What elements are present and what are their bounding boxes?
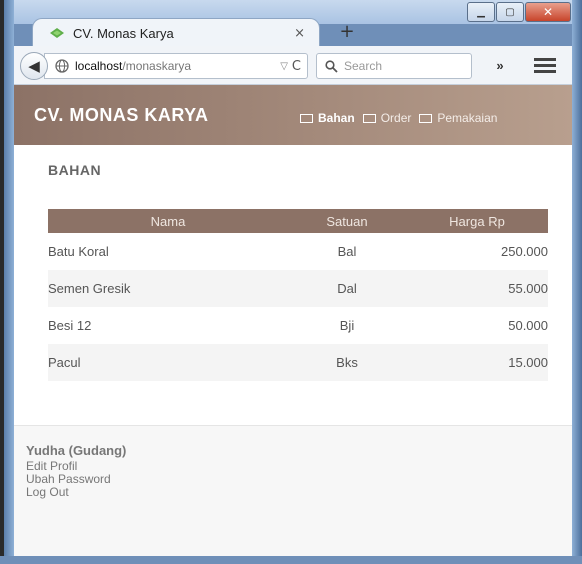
cell-nama: Besi 12 xyxy=(48,318,92,333)
cell-harga: 15.000 xyxy=(406,344,548,381)
tab-strip: CV. Monas Karya × + xyxy=(14,16,572,47)
bahan-table: Nama Satuan Harga Rp Batu Koral Bal 250.… xyxy=(48,209,548,381)
page-title: BAHAN xyxy=(48,162,102,178)
browser-tab[interactable]: CV. Monas Karya × xyxy=(32,18,320,47)
nav-label: Bahan xyxy=(318,111,355,125)
overflow-button[interactable]: » xyxy=(480,53,520,77)
cell-satuan: Bal xyxy=(337,244,357,259)
url-host: localhost xyxy=(75,59,123,73)
nav-label: Order xyxy=(380,111,412,125)
search-input[interactable]: Search xyxy=(316,53,472,79)
tab-title: CV. Monas Karya xyxy=(73,25,174,41)
footer-links: Edit Profil Ubah Password Log Out xyxy=(26,460,111,499)
cell-nama: Pacul xyxy=(48,344,288,381)
table-row: Semen Gresik Dal 55.000 xyxy=(48,270,548,307)
table-row: Batu Koral Bal 250.000 xyxy=(48,233,548,270)
cell-satuan: Bji xyxy=(339,318,355,333)
url-path: /monaskarya xyxy=(122,59,192,73)
search-placeholder: Search xyxy=(344,59,383,73)
hamburger-menu-icon[interactable] xyxy=(534,58,556,73)
page-content: CV. MONAS KARYA Bahan Order Pemakaian BA… xyxy=(14,85,572,556)
table-row: Besi 12 Bji 50.000 xyxy=(48,307,548,344)
nav-label: Pemakaian xyxy=(437,111,498,125)
column-header-nama: Nama xyxy=(48,209,288,233)
favicon-icon xyxy=(49,27,65,39)
nav-item-pemakaian[interactable]: Pemakaian xyxy=(419,111,497,125)
search-icon xyxy=(325,59,338,73)
column-header-harga: Harga Rp xyxy=(406,209,548,233)
table-row: Pacul Bks 15.000 xyxy=(48,344,548,381)
cell-satuan: Dal xyxy=(288,270,406,307)
cell-harga: 55.000 xyxy=(406,270,548,307)
back-button[interactable]: ◀ xyxy=(20,52,48,80)
square-icon xyxy=(362,113,376,123)
window-bottom-border xyxy=(0,556,582,564)
table-header-row: Nama Satuan Harga Rp xyxy=(48,209,548,233)
site-header: CV. MONAS KARYA Bahan Order Pemakaian xyxy=(14,85,572,145)
cell-harga: 50.000 xyxy=(508,318,548,333)
new-tab-button[interactable]: + xyxy=(336,20,358,42)
cell-satuan: Bks xyxy=(288,344,406,381)
nav-item-bahan[interactable]: Bahan xyxy=(300,111,355,125)
cell-nama: Semen Gresik xyxy=(48,270,288,307)
top-nav: Bahan Order Pemakaian xyxy=(300,111,505,125)
url-dropdown-icon[interactable]: ▽ xyxy=(280,61,288,72)
globe-icon xyxy=(55,59,69,73)
browser-navbar: localhost /monaskarya ▽ C ◀ Search » xyxy=(14,46,572,85)
cell-nama: Batu Koral xyxy=(48,244,109,259)
url-bar[interactable]: localhost /monaskarya ▽ C xyxy=(44,53,308,79)
square-icon xyxy=(300,113,313,123)
reload-icon[interactable]: C xyxy=(292,59,301,74)
user-name: Yudha (Gudang) xyxy=(26,443,127,458)
window-right-border xyxy=(572,0,582,564)
cell-harga: 250.000 xyxy=(501,244,548,259)
tab-close-icon[interactable]: × xyxy=(294,26,305,41)
column-header-satuan: Satuan xyxy=(288,209,406,233)
nav-item-order[interactable]: Order xyxy=(362,111,412,125)
square-icon xyxy=(419,113,433,123)
window-left-border xyxy=(0,0,14,564)
brand-title[interactable]: CV. MONAS KARYA xyxy=(34,105,209,126)
logout-link[interactable]: Log Out xyxy=(26,486,111,499)
